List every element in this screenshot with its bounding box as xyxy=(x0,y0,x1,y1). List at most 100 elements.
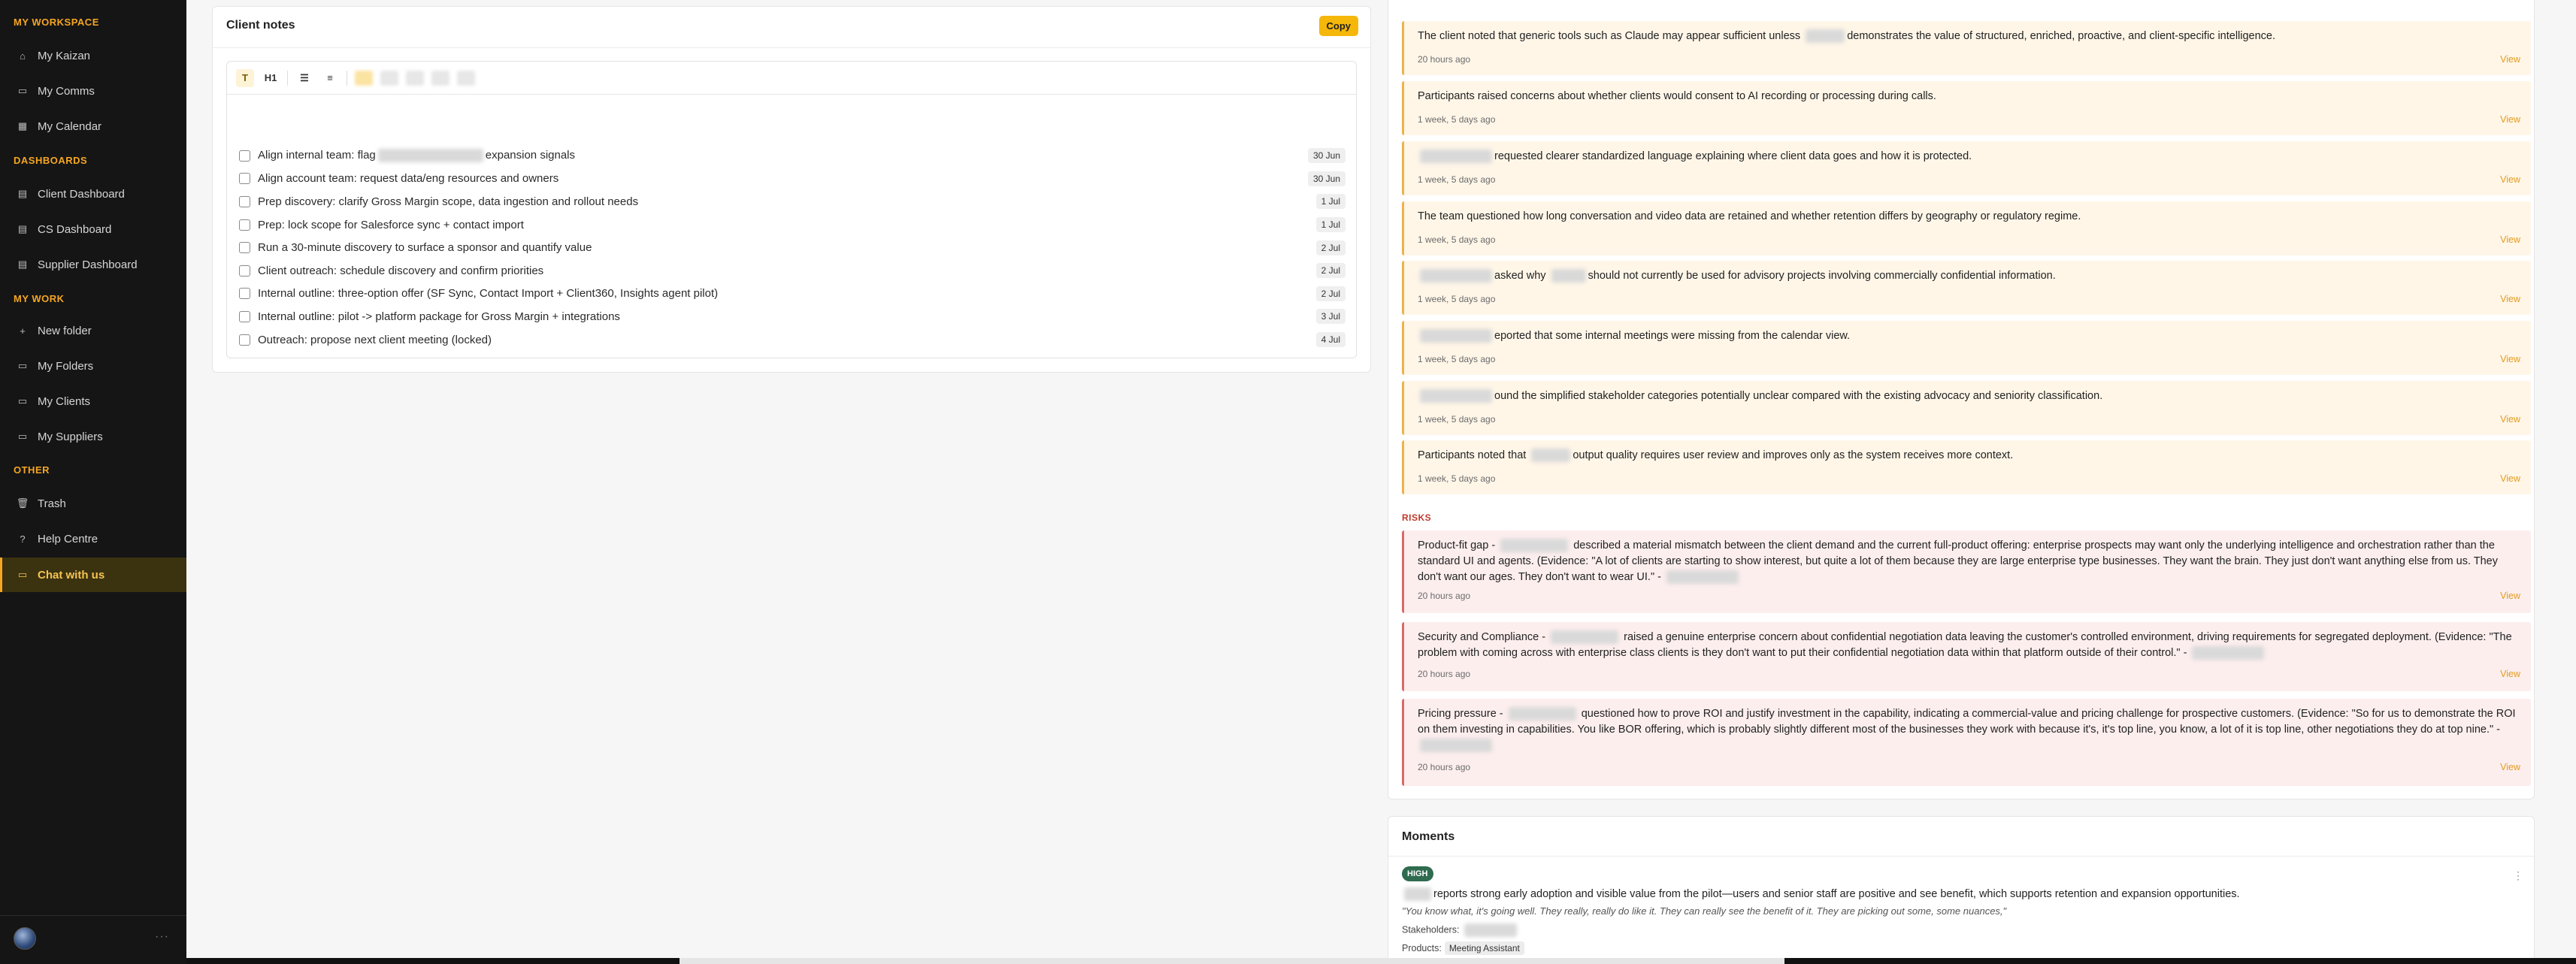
task-item: Client outreach: schedule discovery and … xyxy=(239,259,1346,283)
task-checkbox[interactable] xyxy=(239,264,250,277)
task-checkbox[interactable] xyxy=(239,242,250,254)
toolbar-blurred-icon[interactable] xyxy=(380,70,398,86)
task-checkbox[interactable] xyxy=(239,195,250,207)
sidebar-item-label: Supplier Dashboard xyxy=(38,258,138,271)
scrollbar-track xyxy=(680,958,1784,964)
product-tag[interactable]: Meeting Assistant xyxy=(1444,941,1524,955)
view-link[interactable]: View xyxy=(2500,294,2520,304)
sidebar-item-my-kaizan[interactable]: ⌂ My Kaizan xyxy=(0,39,186,72)
risk-text-part: Product-fit gap - xyxy=(1418,539,1496,552)
toolbar-blurred-icon[interactable] xyxy=(457,70,475,86)
horizontal-scrollbar-end[interactable] xyxy=(1784,958,2576,964)
view-link[interactable]: View xyxy=(2500,114,2520,125)
sidebar-item-my-clients[interactable]: ▭ My Clients xyxy=(0,385,186,418)
moments-title: Moments xyxy=(1402,830,1455,843)
task-item: Outreach: propose next client meeting (l… xyxy=(239,328,1346,352)
toolbar-divider xyxy=(287,70,288,86)
moment-text: reports strong early adoption and visibl… xyxy=(1402,887,2240,901)
redacted-name xyxy=(1551,630,1619,645)
toolbar-blurred-icon[interactable] xyxy=(431,70,450,86)
more-icon[interactable]: ··· xyxy=(155,930,169,944)
editor-toolbar: T H1 ☰ ≡ xyxy=(227,62,1356,95)
sidebar-item-new-folder[interactable]: + New folder xyxy=(0,314,186,347)
due-date-badge: 2 Jul xyxy=(1315,240,1346,255)
sidebar-item-cs-dashboard[interactable]: ▤ CS Dashboard xyxy=(0,213,186,246)
kebab-menu-icon[interactable]: ⋮ xyxy=(2513,869,2523,882)
view-link[interactable]: View xyxy=(2500,174,2520,185)
divider xyxy=(213,47,1370,48)
view-link[interactable]: View xyxy=(2500,414,2520,425)
task-text[interactable]: Prep discovery: clarify Gross Margin sco… xyxy=(258,195,1316,208)
clients-icon: ▭ xyxy=(17,395,28,406)
task-text[interactable]: Internal outline: three-option offer (SF… xyxy=(258,287,1316,300)
view-link[interactable]: View xyxy=(2500,762,2520,772)
view-link[interactable]: View xyxy=(2500,591,2520,601)
bullet-list-icon[interactable]: ☰ xyxy=(295,69,313,87)
task-item: Prep discovery: clarify Gross Margin sco… xyxy=(239,190,1346,213)
risk-text-part: Security and Compliance - xyxy=(1418,631,1546,643)
view-link[interactable]: View xyxy=(2500,354,2520,364)
sidebar-item-label: My Suppliers xyxy=(38,430,103,443)
task-text[interactable]: Prep: lock scope for Salesforce sync + c… xyxy=(258,219,1316,231)
highlight-icon[interactable] xyxy=(355,70,373,86)
insight-card: Participants raised concerns about wheth… xyxy=(1402,81,2531,135)
sidebar-item-my-calendar[interactable]: ▦ My Calendar xyxy=(0,110,186,143)
view-link[interactable]: View xyxy=(2500,669,2520,679)
insight-timestamp: 1 week, 5 days ago xyxy=(1418,414,1496,425)
sidebar-item-label: Chat with us xyxy=(38,568,105,582)
home-icon: ⌂ xyxy=(20,50,26,62)
sidebar-item-label: My Comms xyxy=(38,84,95,98)
risk-card: Pricing pressure - questioned how to pro… xyxy=(1402,699,2531,786)
sidebar-item-chat-with-us[interactable]: ▭ Chat with us xyxy=(0,558,186,592)
insight-timestamp: 1 week, 5 days ago xyxy=(1418,114,1496,125)
redacted-text xyxy=(377,149,483,163)
copy-button[interactable]: Copy xyxy=(1318,16,1358,36)
task-checkbox[interactable] xyxy=(239,310,250,322)
sidebar-item-help-centre[interactable]: ? Help Centre xyxy=(0,522,186,555)
task-checkbox[interactable] xyxy=(239,173,250,185)
task-text[interactable]: Align account team: request data/eng res… xyxy=(258,172,1308,185)
numbered-list-icon[interactable]: ≡ xyxy=(321,69,339,87)
task-text[interactable]: Run a 30-minute discovery to surface a s… xyxy=(258,241,1316,254)
view-link[interactable]: View xyxy=(2500,54,2520,65)
insight-text-part: Participants raised concerns about wheth… xyxy=(1418,90,1936,102)
sidebar-item-trash[interactable]: 🗑 Trash xyxy=(0,487,186,520)
sidebar-item-supplier-dashboard[interactable]: ▤ Supplier Dashboard xyxy=(0,248,186,281)
sidebar-item-client-dashboard[interactable]: ▤ Client Dashboard xyxy=(0,177,186,210)
calendar-icon: ▦ xyxy=(17,120,28,131)
task-text[interactable]: Align internal team: flag expansion signa… xyxy=(258,149,1308,163)
horizontal-scrollbar[interactable] xyxy=(186,958,680,964)
text-style-button[interactable]: T xyxy=(236,68,254,87)
insight-text-part: The client noted that generic tools such… xyxy=(1418,30,1801,42)
task-item: Run a 30-minute discovery to surface a s… xyxy=(239,236,1346,259)
task-checkbox[interactable] xyxy=(239,150,250,162)
redacted-name xyxy=(1420,739,1492,753)
avatar[interactable] xyxy=(14,927,36,950)
view-link[interactable]: View xyxy=(2500,473,2520,484)
task-text[interactable]: Internal outline: pilot -> platform pack… xyxy=(258,310,1316,323)
dashboard-icon: ▤ xyxy=(17,223,28,234)
task-checkbox[interactable] xyxy=(239,334,250,346)
dashboard-icon: ▤ xyxy=(17,188,28,199)
heading-1-button[interactable]: H1 xyxy=(262,69,280,87)
task-text-part: Run a 30-minute discovery to surface a s… xyxy=(258,241,592,255)
sidebar-item-my-comms[interactable]: ▭ My Comms xyxy=(0,74,186,107)
task-text-part: Outreach: propose next client meeting (l… xyxy=(258,333,492,346)
notes-editor[interactable]: T H1 ☰ ≡ Align internal team: flag expans… xyxy=(226,61,1357,358)
insight-text-part: Participants noted that xyxy=(1418,449,1527,461)
task-checkbox[interactable] xyxy=(239,219,250,231)
insight-card: The client noted that generic tools such… xyxy=(1402,21,2531,75)
risks-section-label: RISKS xyxy=(1402,512,1432,523)
toolbar-blurred-icon[interactable] xyxy=(406,70,424,86)
task-checkbox[interactable] xyxy=(239,288,250,300)
sidebar-item-my-folders[interactable]: ▭ My Folders xyxy=(0,349,186,382)
sidebar-item-my-suppliers[interactable]: ▭ My Suppliers xyxy=(0,420,186,453)
task-text[interactable]: Outreach: propose next client meeting (l… xyxy=(258,334,1316,346)
sidebar-item-label: My Kaizan xyxy=(38,49,91,62)
suppliers-icon: ▭ xyxy=(17,431,28,442)
redacted-name xyxy=(1508,707,1576,721)
task-text[interactable]: Client outreach: schedule discovery and … xyxy=(258,264,1316,277)
insight-card: ound the simplified stakeholder categori… xyxy=(1402,381,2531,435)
sidebar-item-label: CS Dashboard xyxy=(38,222,112,236)
view-link[interactable]: View xyxy=(2500,234,2520,245)
